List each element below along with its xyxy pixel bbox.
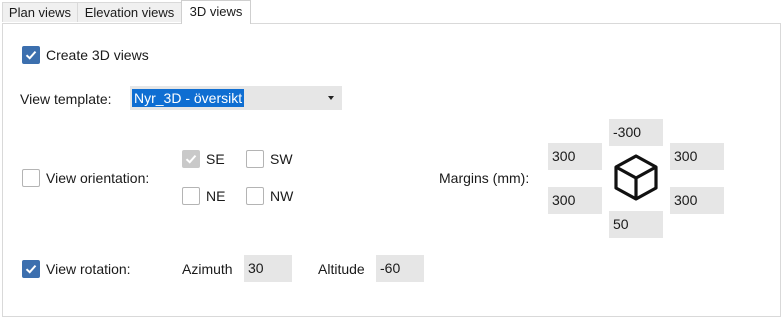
tab-panel-3d-views: Create 3D views View template: Nyr_3D - …	[2, 23, 781, 317]
checkmark-icon	[25, 50, 37, 60]
margin-bottom-field[interactable]: 50	[609, 211, 663, 238]
azimuth-label: Azimuth	[182, 261, 233, 277]
create-3d-views-label: Create 3D views	[46, 47, 149, 63]
margin-right-top-field[interactable]: 300	[670, 143, 724, 170]
view-template-value: Nyr_3D - översikt	[132, 89, 245, 107]
orientation-se-checkbox[interactable]	[182, 150, 200, 168]
view-orientation-label: View orientation:	[46, 170, 150, 186]
orientation-sw-checkbox[interactable]	[246, 150, 264, 168]
tab-plan-views[interactable]: Plan views	[2, 2, 78, 22]
orientation-nw-checkbox[interactable]	[246, 187, 264, 205]
cube-icon	[614, 154, 658, 201]
tab-elevation-views[interactable]: Elevation views	[77, 2, 182, 22]
tab-bar: Plan views Elevation views 3D views	[0, 0, 783, 24]
checkmark-icon	[25, 264, 37, 274]
margin-left-top-field[interactable]: 300	[548, 143, 602, 170]
view-template-label: View template:	[20, 91, 112, 107]
create-3d-views-checkbox[interactable]	[22, 46, 40, 64]
altitude-field[interactable]: -60	[376, 255, 424, 282]
margin-top-field[interactable]: -300	[609, 119, 663, 146]
view-rotation-checkbox[interactable]	[22, 260, 40, 278]
orientation-ne-label: NE	[206, 188, 226, 204]
view-template-dropdown[interactable]: Nyr_3D - översikt	[130, 86, 342, 110]
tab-3d-views[interactable]: 3D views	[181, 0, 251, 24]
altitude-label: Altitude	[318, 261, 365, 277]
view-rotation-label: View rotation:	[46, 261, 131, 277]
chevron-down-icon	[328, 96, 334, 100]
azimuth-field[interactable]: 30	[244, 255, 292, 282]
orientation-sw-label: SW	[270, 151, 293, 167]
margin-left-bottom-field[interactable]: 300	[548, 187, 602, 214]
orientation-nw-label: NW	[270, 188, 294, 204]
orientation-se-label: SE	[206, 151, 225, 167]
margins-label: Margins (mm):	[439, 170, 530, 186]
orientation-ne-checkbox[interactable]	[182, 187, 200, 205]
checkmark-icon	[185, 154, 197, 164]
view-orientation-checkbox[interactable]	[22, 169, 40, 187]
margin-right-bottom-field[interactable]: 300	[670, 187, 724, 214]
